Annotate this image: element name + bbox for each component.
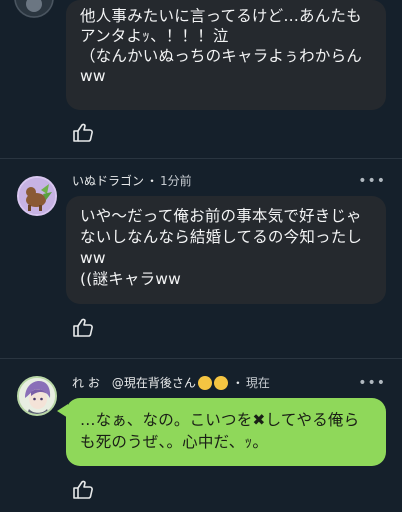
message-bubble-self: …なぁ、なの。こいつを✖︎してやる俺ら も死のうぜ、。心中だ、ｯ。 xyxy=(57,398,386,466)
mention[interactable]: @現在背後さん xyxy=(112,374,196,391)
more-button[interactable]: ••• xyxy=(358,375,386,391)
separator: ・ xyxy=(146,174,159,188)
more-button[interactable]: ••• xyxy=(358,173,386,189)
username[interactable]: れ お xyxy=(72,374,100,391)
timestamp: 1分前 xyxy=(160,174,192,188)
message-bubble: 他人事みたいに言ってるけど…あんたも アンタよｯ、！！！泣 （なんかいぬっちのキ… xyxy=(66,0,386,110)
thumbs-up-icon xyxy=(73,480,93,499)
post-header: れ お @現在背後さん ・ 現在 xyxy=(72,374,270,391)
username[interactable]: いぬドラゴン xyxy=(72,172,144,189)
separator: ・ xyxy=(231,376,244,390)
thumbs-up-icon xyxy=(73,318,93,337)
avatar-partial[interactable] xyxy=(14,0,54,18)
hugging-emoji-icon xyxy=(197,375,212,390)
more-horizontal-icon: ••• xyxy=(358,375,386,391)
message-bubble: いや〜だって俺お前の事本気で好きじゃ ないしなんなら結婚してるの今知ったし ww… xyxy=(66,196,386,304)
post-header: いぬドラゴン ・ 1分前 xyxy=(72,172,192,189)
avatar[interactable] xyxy=(17,376,57,416)
like-button[interactable] xyxy=(72,318,94,338)
like-button[interactable] xyxy=(72,480,94,500)
more-horizontal-icon: ••• xyxy=(358,173,386,189)
thumbs-up-icon xyxy=(73,123,93,142)
timestamp: 現在 xyxy=(245,376,270,390)
avatar[interactable] xyxy=(17,176,57,216)
like-button[interactable] xyxy=(72,123,94,143)
divider xyxy=(0,158,402,159)
divider xyxy=(0,358,402,359)
wink-emoji-icon xyxy=(213,375,228,390)
